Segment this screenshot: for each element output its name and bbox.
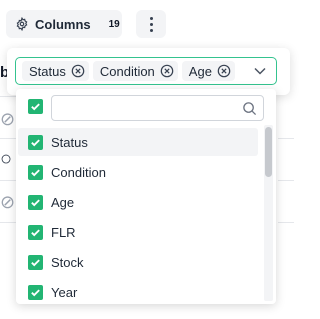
- kebab-dot: [149, 22, 153, 26]
- chip-label: Age: [188, 63, 212, 79]
- remove-circle-icon[interactable]: [71, 64, 85, 78]
- chip-label: Condition: [99, 63, 155, 79]
- option-label: FLR: [51, 224, 76, 240]
- column-option-flr[interactable]: FLR: [18, 218, 258, 246]
- kebab-icon: [149, 16, 153, 20]
- columns-label: Columns: [35, 16, 91, 32]
- remove-circle-icon[interactable]: [217, 64, 231, 78]
- checkbox[interactable]: [28, 164, 43, 180]
- kebab-dot: [149, 28, 153, 32]
- option-label: Condition: [51, 164, 106, 180]
- checkmark-icon: [31, 228, 40, 236]
- chip-label: Status: [29, 63, 66, 79]
- remove-circle-icon[interactable]: [160, 64, 174, 78]
- row-icon-fragment: ⊘: [0, 193, 14, 211]
- column-option-age[interactable]: Age: [18, 188, 258, 216]
- checkbox[interactable]: [28, 254, 43, 270]
- checkmark-icon: [31, 258, 40, 266]
- column-option-stock[interactable]: Stock: [18, 248, 258, 276]
- row-divider: [278, 138, 294, 139]
- more-options-button[interactable]: [136, 10, 166, 38]
- gear-icon: [16, 17, 28, 31]
- columns-count-badge: 19: [108, 18, 120, 30]
- checkbox[interactable]: [28, 224, 43, 240]
- row-divider: [278, 222, 294, 223]
- chevron-down-icon[interactable]: [254, 66, 266, 76]
- toolbar: Columns 19: [0, 0, 294, 44]
- option-label: Age: [51, 194, 75, 210]
- row-icon-fragment: ○: [0, 149, 13, 169]
- column-multiselect[interactable]: Status Condition Age: [15, 57, 277, 85]
- search-icon: [243, 102, 257, 116]
- checkmark-icon: [31, 103, 40, 111]
- checkmark-icon: [31, 288, 40, 296]
- checkmark-icon: [31, 168, 40, 176]
- column-option-condition[interactable]: Condition: [18, 158, 258, 186]
- option-label: Year: [51, 284, 78, 300]
- column-options-list: Status Condition Age FLR Stock Year: [16, 89, 276, 304]
- column-option-year[interactable]: Year: [18, 278, 258, 304]
- selected-chip-age[interactable]: Age: [181, 61, 235, 81]
- select-all-checkbox[interactable]: [28, 99, 43, 114]
- row-divider: [278, 180, 294, 181]
- checkbox[interactable]: [28, 284, 43, 300]
- scrollbar-thumb[interactable]: [265, 127, 272, 177]
- column-search-input[interactable]: [52, 96, 263, 120]
- checkbox[interactable]: [28, 134, 43, 150]
- row-icon-fragment: ⊘: [0, 110, 14, 128]
- selected-chip-status[interactable]: Status: [22, 61, 89, 81]
- option-label: Status: [51, 134, 88, 150]
- columns-button[interactable]: Columns 19: [6, 10, 122, 38]
- column-search-field[interactable]: [51, 95, 264, 121]
- checkmark-icon: [31, 198, 40, 206]
- checkmark-icon: [31, 138, 40, 146]
- option-label: Stock: [51, 254, 84, 270]
- page-text-fragment: b: [0, 64, 7, 81]
- checkbox[interactable]: [28, 194, 43, 210]
- column-option-status[interactable]: Status: [18, 128, 258, 156]
- selected-chip-condition[interactable]: Condition: [92, 61, 178, 81]
